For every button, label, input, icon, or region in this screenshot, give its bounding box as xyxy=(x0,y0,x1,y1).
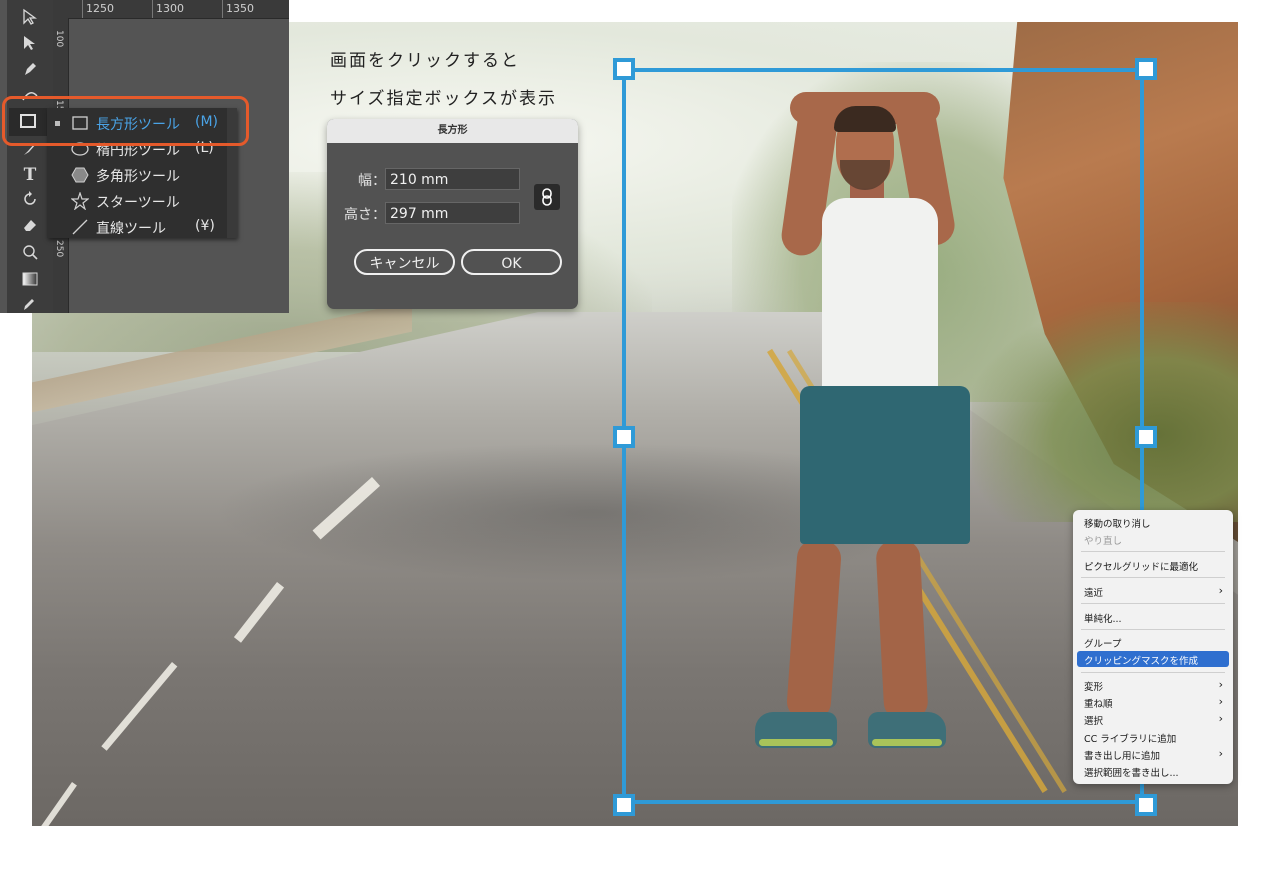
menu-label: やり直し xyxy=(1084,536,1123,547)
menu-label: クリッピングマスクを作成 xyxy=(1084,656,1199,667)
constrain-proportions-button[interactable] xyxy=(534,184,560,210)
menu-label: 書き出し用に追加 xyxy=(1084,751,1161,762)
menu-label: 選択範囲を書き出し... xyxy=(1084,768,1179,779)
menu-item-redo: やり直し xyxy=(1073,531,1233,547)
menu-label: 単純化... xyxy=(1084,614,1122,625)
flyout-item-star-tool[interactable]: スターツール xyxy=(47,188,274,214)
ruler-mark: 1300 xyxy=(156,2,184,15)
selected-rectangle[interactable] xyxy=(622,68,1144,804)
handle-middle-right[interactable] xyxy=(1135,426,1157,448)
link-icon xyxy=(542,188,552,206)
menu-item-undo-move[interactable]: 移動の取り消し xyxy=(1073,514,1233,530)
menu-item-pixel-grid[interactable]: ピクセルグリッドに最適化 xyxy=(1073,557,1233,573)
handle-bottom-right[interactable] xyxy=(1135,794,1157,816)
menu-separator xyxy=(1081,672,1225,673)
handle-top-left[interactable] xyxy=(613,58,635,80)
menu-item-collect-for-export[interactable]: 書き出し用に追加 › xyxy=(1073,746,1233,762)
menu-separator xyxy=(1081,577,1225,578)
context-menu: 移動の取り消し やり直し ピクセルグリッドに最適化 遠近 › 単純化... グルー… xyxy=(1073,510,1233,784)
submenu-arrow-icon: › xyxy=(1218,584,1223,597)
cancel-button[interactable]: キャンセル xyxy=(354,249,455,275)
rectangle-dialog: 長方形 幅： 210 mm 高さ： 297 mm キャンセル OK xyxy=(327,119,578,309)
menu-item-group[interactable]: グループ xyxy=(1073,634,1233,650)
submenu-arrow-icon: › xyxy=(1218,712,1223,725)
star-icon xyxy=(71,192,89,210)
ruler-mark: 100 xyxy=(54,30,64,48)
illustrator-workspace-crop: T 100 150 200 250 1250 1300 1350 xyxy=(0,0,289,313)
type-icon[interactable]: T xyxy=(19,164,41,186)
flyout-label: 直線ツール xyxy=(96,221,166,237)
highlight-callout xyxy=(2,96,249,146)
flyout-item-polygon-tool[interactable]: 多角形ツール xyxy=(47,162,274,188)
menu-label: CC ライブラリに追加 xyxy=(1084,734,1177,745)
menu-item-transform[interactable]: 変形 › xyxy=(1073,677,1233,693)
menu-item-simplify[interactable]: 単純化... xyxy=(1073,609,1233,625)
handle-middle-left[interactable] xyxy=(613,426,635,448)
direct-selection-icon[interactable] xyxy=(19,34,41,56)
selection-arrow-icon[interactable] xyxy=(19,8,41,30)
menu-label: グループ xyxy=(1084,639,1122,650)
pen-icon[interactable] xyxy=(19,60,41,82)
dialog-title: 長方形 xyxy=(327,119,578,143)
submenu-arrow-icon: › xyxy=(1218,695,1223,708)
ruler-mark: 1350 xyxy=(226,2,254,15)
annotation-line-1: 画面をクリックすると xyxy=(330,51,520,71)
menu-label: 変形 xyxy=(1084,682,1104,693)
height-field[interactable]: 297 mm xyxy=(385,202,520,224)
submenu-arrow-icon: › xyxy=(1218,678,1223,691)
ruler-mark: 1250 xyxy=(86,2,114,15)
menu-label: 選択 xyxy=(1084,716,1104,727)
handle-top-right[interactable] xyxy=(1135,58,1157,80)
rotate-icon[interactable] xyxy=(19,190,41,212)
menu-label: 移動の取り消し xyxy=(1084,519,1151,530)
ok-button[interactable]: OK xyxy=(461,249,562,275)
polygon-icon xyxy=(71,167,89,183)
eraser-icon[interactable] xyxy=(19,216,41,238)
menu-item-perspective[interactable]: 遠近 › xyxy=(1073,583,1233,599)
flyout-label: スターツール xyxy=(96,195,180,211)
menu-separator xyxy=(1081,603,1225,604)
flyout-label: 多角形ツール xyxy=(96,169,180,185)
handle-bottom-left[interactable] xyxy=(613,794,635,816)
ruler-mark: 250 xyxy=(54,240,64,258)
menu-item-arrange[interactable]: 重ね順 › xyxy=(1073,694,1233,710)
menu-separator xyxy=(1081,551,1225,552)
menu-label: ピクセルグリッドに最適化 xyxy=(1084,562,1199,573)
shape-builder-icon[interactable] xyxy=(19,243,41,265)
menu-item-add-to-cc-library[interactable]: CC ライブラリに追加 xyxy=(1073,729,1233,745)
menu-separator xyxy=(1081,629,1225,630)
menu-label: 重ね順 xyxy=(1084,699,1113,710)
menu-item-select[interactable]: 選択 › xyxy=(1073,711,1233,727)
width-label: 幅： xyxy=(358,173,386,189)
line-icon xyxy=(72,219,88,235)
flyout-item-line-tool[interactable]: 直線ツール (¥) xyxy=(47,214,274,240)
annotation-line-2: サイズ指定ボックスが表示 xyxy=(330,89,557,109)
menu-item-make-clipping-mask[interactable]: クリッピングマスクを作成 xyxy=(1077,651,1229,667)
flyout-shortcut: (¥) xyxy=(195,218,215,234)
height-label: 高さ： xyxy=(344,207,386,223)
width-field[interactable]: 210 mm xyxy=(385,168,520,190)
horizontal-ruler: 1250 1300 1350 xyxy=(68,0,289,19)
menu-item-export-selection[interactable]: 選択範囲を書き出し... xyxy=(1073,763,1233,779)
gradient-icon[interactable] xyxy=(19,270,41,292)
eyedropper-icon[interactable] xyxy=(19,294,41,316)
submenu-arrow-icon: › xyxy=(1218,747,1223,760)
menu-label: 遠近 xyxy=(1084,588,1104,599)
